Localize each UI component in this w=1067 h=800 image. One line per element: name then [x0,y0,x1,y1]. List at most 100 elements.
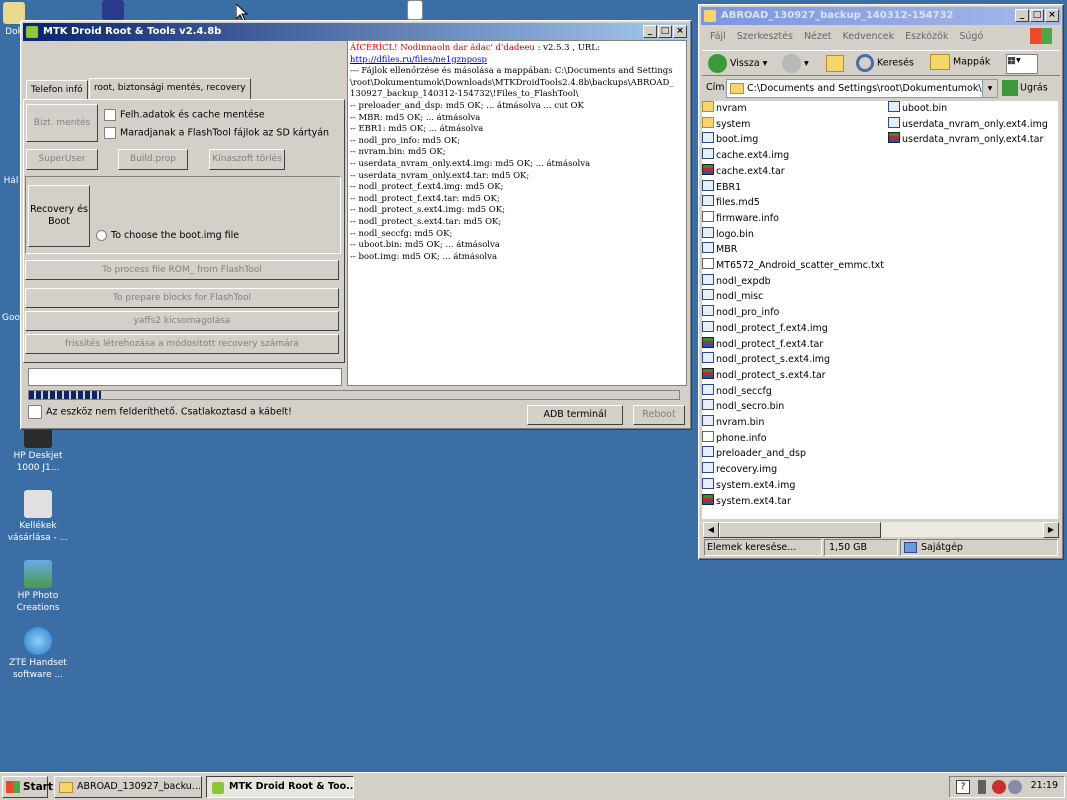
process-rom-button[interactable]: To process file ROM_ from FlashTool [25,260,339,280]
file-item[interactable]: cache.ext4.img [702,148,789,163]
search-button[interactable]: Keresés [856,54,914,72]
menu-favorites[interactable]: Kedvencek [842,31,894,42]
file-item[interactable]: nodl_expdb [702,273,771,289]
file-item[interactable]: files.md5 [702,195,760,210]
menu-edit[interactable]: Szerkesztés [737,31,793,42]
views-button[interactable]: ▦▾ [1006,54,1038,74]
up-folder-icon[interactable] [826,55,844,72]
checkbox[interactable] [28,405,42,419]
file-item[interactable]: nodl_protect_s.ext4.tar [702,367,826,383]
network-icon[interactable] [1008,780,1022,794]
scroll-thumb[interactable] [719,522,881,538]
forward-button[interactable]: ▾ [782,54,809,73]
recovery-boot-button[interactable]: Recovery és Boot [28,185,90,247]
security-icon[interactable] [992,780,1006,794]
help-icon[interactable]: ? [956,780,970,794]
desktop-icon-google[interactable]: Goo [0,312,22,324]
desktop-icon-kellekek[interactable]: Kellékek vásárlása - ... [3,490,73,544]
desktop-icon-floppy[interactable] [98,0,128,22]
update-recovery-button[interactable]: frissítés létrehozása a módosított recov… [25,334,339,354]
prepare-blocks-button[interactable]: To prepare blocks for FlashTool [25,288,339,308]
file-item[interactable]: system [702,116,750,132]
menu-help[interactable]: Súgó [959,31,983,42]
file-item[interactable]: preloader_and_dsp [702,446,806,461]
log-url-link[interactable]: http://dfiles.ru/files/ne1gznposp [350,55,684,67]
device-status-check[interactable]: Az eszköz nem felderíthető. Csatlakoztas… [28,405,292,419]
choose-boot-radio[interactable]: To choose the boot.img file [96,230,239,241]
cache-backup-check[interactable]: Felh.adatok és cache mentése [104,109,265,121]
file-item[interactable]: nodl_protect_s.ext4.img [702,352,830,367]
file-item[interactable]: logo.bin [702,226,754,242]
log-output[interactable]: ÁÍCÉRÍCL! Nodinnaoln dar ádac' d'dadeeu … [347,40,687,386]
folders-button[interactable]: Mappák [930,54,990,70]
checkbox[interactable] [104,109,116,121]
file-item[interactable]: nodl_secro.bin [702,399,784,414]
adb-terminal-button[interactable]: ADB terminál [527,405,623,425]
backup-button[interactable]: Bizt. mentés [26,104,98,142]
desktop-icon-network[interactable]: Hál [0,175,22,187]
start-button[interactable]: Start [2,776,53,798]
menu-file[interactable]: Fájl [710,31,726,42]
taskbar-item-explorer[interactable]: ABROAD_130927_backu... [54,776,202,798]
explorer-titlebar[interactable]: ABROAD_130927_backup_140312-154732 _ □ × [701,7,1061,25]
address-bar: Cím C:\Documents and Settings\root\Dokum… [702,79,1060,99]
desktop-icon-hp-photo[interactable]: HP Photo Creations [3,560,73,614]
reboot-button[interactable]: Reboot [633,405,685,425]
file-item[interactable]: MT6572_Android_scatter_emmc.txt [702,258,884,273]
buildprop-button[interactable]: Build.prop [118,149,188,170]
minimize-button[interactable]: _ [1015,9,1029,22]
file-item[interactable]: boot.img [702,132,758,147]
menu-view[interactable]: Nézet [804,31,832,42]
folder-icon [730,83,744,94]
tab-root-backup[interactable]: root, biztonsági mentés, recovery [89,78,251,100]
file-item[interactable]: phone.info [702,430,767,446]
tab-phone-info[interactable]: Telefon infó [26,80,88,100]
address-input[interactable]: C:\Documents and Settings\root\Dokumentu… [726,79,998,98]
go-button[interactable]: Ugrás [1002,80,1048,96]
checkbox[interactable] [104,127,116,139]
address-dropdown-button[interactable]: ▾ [982,80,997,97]
file-item[interactable]: uboot.bin [888,101,947,116]
file-item[interactable]: nodl_seccfg [702,383,772,399]
file-item[interactable]: nodl_misc [702,289,763,304]
close-button[interactable]: × [1045,9,1059,22]
file-item[interactable]: nodl_protect_f.ext4.img [702,320,828,336]
file-name: nodl_pro_info [716,307,780,319]
superuser-button[interactable]: SuperUser [26,149,98,170]
file-item[interactable]: system.ext4.img [702,477,795,493]
file-icon [702,132,714,144]
usb-icon[interactable] [978,780,986,794]
scroll-left-button[interactable]: ◀ [703,522,719,538]
radio-button[interactable] [96,230,107,241]
file-item[interactable]: nvram.bin [702,415,764,430]
file-item[interactable]: MBR [702,242,737,257]
horizontal-scrollbar[interactable]: ◀ ▶ [703,521,1059,538]
file-item[interactable]: firmware.info [702,210,779,226]
yaffs-button[interactable]: yaffs2 kicsomagolása [25,311,339,331]
explorer-statusbar: Elemek keresése... 1,50 GB Sajátgép [702,539,1060,556]
file-item[interactable]: nodl_protect_f.ext4.tar [702,336,823,352]
file-list[interactable]: nvram system boot.img cache.ext4.img cache.e… [702,101,1058,519]
minimize-button[interactable]: _ [643,25,657,38]
maximize-button[interactable]: □ [658,25,672,38]
maximize-button[interactable]: □ [1030,9,1044,22]
menu-tools[interactable]: Eszközök [905,31,948,42]
desktop-icon-zte[interactable]: ZTE Handset software ... [3,627,73,681]
file-item[interactable]: cache.ext4.tar [702,163,785,179]
mtk-titlebar[interactable]: MTK Droid Root & Tools v2.4.8b _ □ × [23,23,689,41]
scroll-right-button[interactable]: ▶ [1043,522,1059,538]
file-item[interactable]: system.ext4.tar [702,493,791,509]
file-item[interactable]: recovery.img [702,462,777,477]
command-input[interactable] [28,368,342,386]
file-item[interactable]: userdata_nvram_only.ext4.tar [888,132,1043,147]
desktop-icon-document[interactable] [400,0,430,22]
file-item[interactable]: userdata_nvram_only.ext4.img [888,116,1048,132]
file-item[interactable]: nvram [702,101,747,116]
chinese-delete-button[interactable]: Kínaszoft törlés [209,149,285,170]
file-item[interactable]: EBR1 [702,179,741,195]
close-button[interactable]: × [673,25,687,38]
back-button[interactable]: Vissza ▾ [708,54,767,73]
keep-flashtool-check[interactable]: Maradjanak a FlashTool fájlok az SD kárt… [104,127,329,139]
taskbar-item-mtk[interactable]: MTK Droid Root & Too... [206,776,354,798]
file-item[interactable]: nodl_pro_info [702,305,779,320]
